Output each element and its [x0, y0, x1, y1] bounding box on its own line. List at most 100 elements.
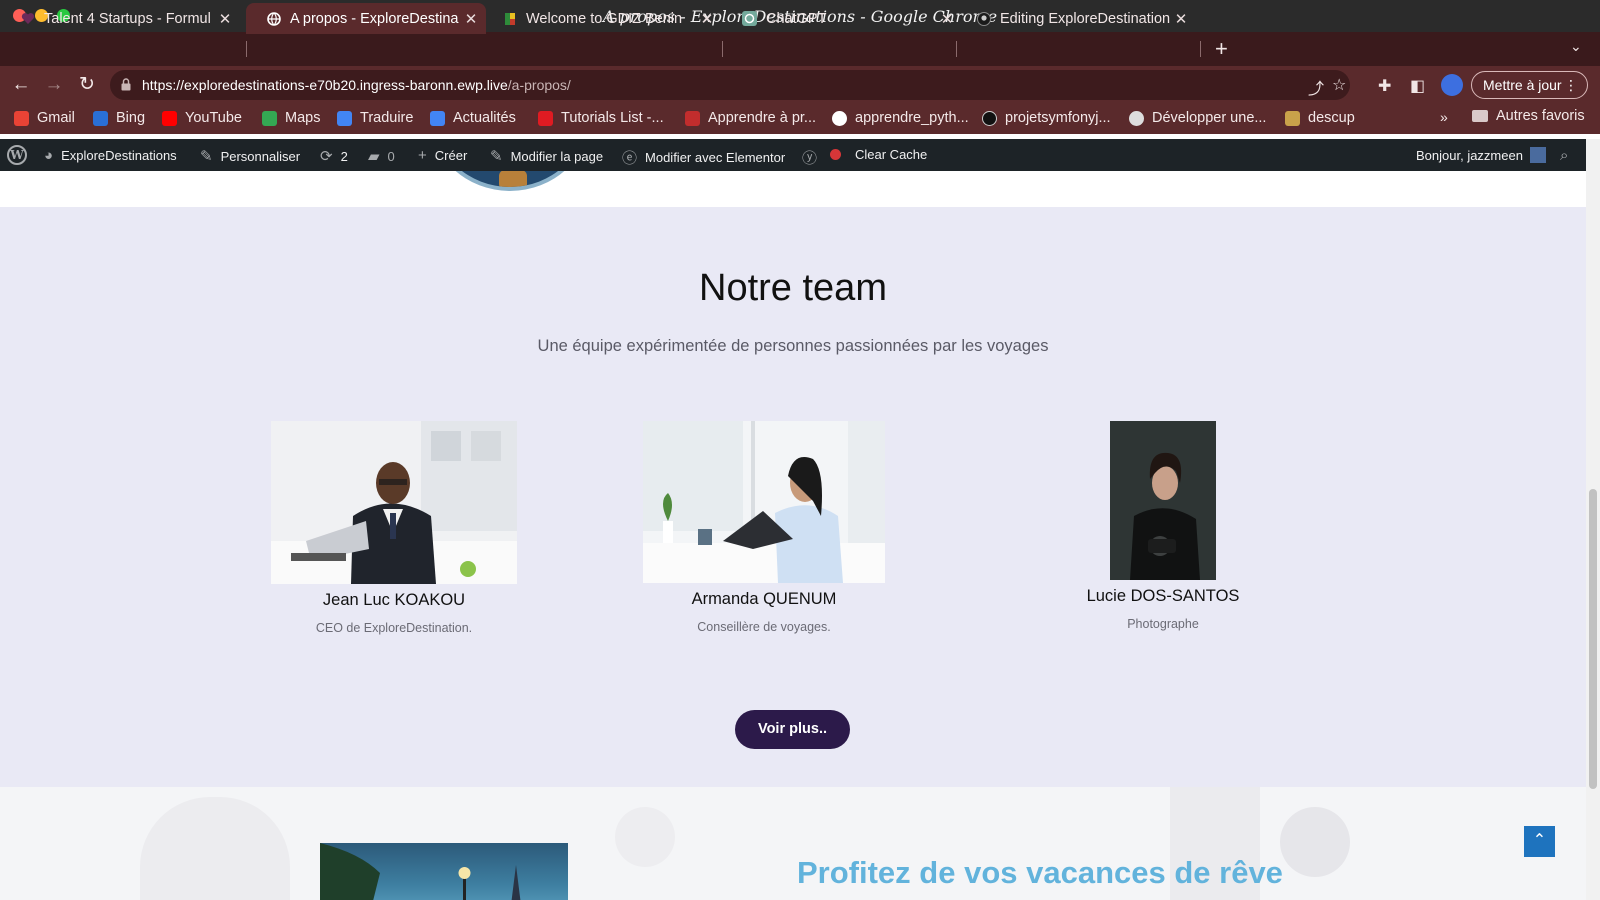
reload-icon[interactable]: ↻ — [74, 72, 100, 98]
tab-editing-exploredestinations[interactable]: Editing ExploreDestination ✕ — [956, 3, 1196, 34]
other-bookmarks[interactable]: Autres favoris — [1496, 108, 1585, 124]
member-photo — [643, 421, 885, 583]
update-chrome-button[interactable]: Mettre à jour ⋮ — [1471, 71, 1588, 99]
member-name: Armanda QUENUM — [691, 590, 837, 608]
maps-icon — [262, 110, 277, 126]
bookmark-developper[interactable]: Développer une... — [1129, 110, 1266, 126]
more-bookmarks-icon[interactable]: » — [1440, 109, 1448, 125]
forward-icon[interactable]: → — [41, 72, 67, 98]
bookmark-site-icon — [1285, 110, 1300, 126]
back-icon[interactable]: ← — [8, 72, 34, 98]
background-decoration — [1280, 807, 1350, 877]
close-icon[interactable]: ✕ — [698, 10, 716, 28]
url-text: https://exploredestinations-e70b20.ingre… — [142, 77, 571, 93]
promo-section: Profitez de vos vacances de rêve — [0, 787, 1586, 900]
wp-clear-cache[interactable]: Clear Cache — [830, 147, 927, 162]
member-name: Lucie DOS-SANTOS — [1086, 587, 1240, 605]
kebab-menu-icon[interactable]: ⋮ — [1564, 72, 1578, 98]
wp-edit-elementor[interactable]: ⓔ Modifier avec Elementor — [622, 147, 785, 168]
star-icon[interactable]: ☆ — [1332, 75, 1346, 95]
brush-icon: ✎ — [200, 148, 213, 165]
member-role: Conseillère de voyages. — [697, 620, 831, 634]
bookmark-gmail[interactable]: Gmail — [14, 110, 75, 126]
profile-avatar[interactable] — [1441, 74, 1463, 96]
wp-account[interactable]: Bonjour, jazzmeen — [1416, 147, 1546, 163]
hero-image — [430, 171, 590, 191]
scrollbar-thumb[interactable] — [1589, 489, 1597, 789]
tab-a-propos[interactable]: A propos - ExploreDestina ✕ — [246, 3, 486, 34]
symfony-icon — [982, 110, 997, 126]
wp-create[interactable]: + Créer — [418, 147, 467, 164]
member-photo — [1110, 421, 1216, 580]
page-viewport: Notre team Une équipe expérimentée de pe… — [0, 171, 1586, 900]
bookmark-descup[interactable]: descup — [1285, 110, 1355, 126]
tab-divider — [1200, 41, 1201, 57]
youtube-icon — [162, 110, 177, 126]
news-icon — [430, 110, 445, 126]
globe-icon — [266, 11, 281, 26]
chevron-down-icon[interactable]: ⌄ — [1570, 38, 1582, 55]
wp-edit-page[interactable]: ✎ Modifier la page — [490, 147, 603, 165]
avatar — [1529, 147, 1546, 163]
plus-icon: + — [418, 147, 427, 164]
yoast-icon[interactable]: ⓨ — [802, 147, 825, 168]
translate-icon — [337, 110, 352, 126]
github-icon — [976, 11, 991, 26]
close-icon[interactable]: ✕ — [462, 10, 480, 28]
close-icon[interactable]: ✕ — [1172, 10, 1190, 28]
bookmark-apprendre-python[interactable]: apprendre_pyth... — [832, 110, 969, 126]
wp-customize[interactable]: ✎ Personnaliser — [200, 147, 300, 165]
bookmark-site-icon — [685, 110, 700, 126]
scroll-to-top-button[interactable]: ⌃ — [1524, 826, 1555, 857]
promo-title: Profitez de vos vacances de rêve — [797, 855, 1283, 890]
team-member-card: Jean Luc KOAKOU CEO de ExploreDestinatio… — [271, 421, 517, 641]
tab-chatgpt[interactable]: ChatGPT ✕ — [722, 3, 962, 34]
tutorials-icon — [538, 110, 553, 126]
see-more-button[interactable]: Voir plus.. — [735, 710, 850, 749]
bookmark-apprendre[interactable]: Apprendre à pr... — [685, 110, 816, 126]
member-role: CEO de ExploreDestination. — [315, 621, 473, 635]
extensions-icon[interactable]: ✚ — [1378, 76, 1391, 96]
close-icon[interactable]: ✕ — [938, 10, 956, 28]
comment-icon: ▰ — [368, 148, 380, 165]
wordpress-icon[interactable]: W — [7, 145, 27, 165]
bing-icon — [93, 110, 108, 126]
dashboard-icon: ◕ — [44, 147, 54, 164]
close-icon[interactable]: ✕ — [216, 10, 234, 28]
bookmark-youtube[interactable]: YouTube — [162, 110, 242, 126]
browser-toolbar: ← → ↻ https://exploredestinations-e70b20… — [0, 66, 1600, 104]
share-icon[interactable]: ⤴ — [1308, 75, 1324, 99]
bookmark-actualites[interactable]: Actualités — [430, 110, 516, 126]
page-scrollbar[interactable] — [1586, 139, 1600, 900]
tab-divider — [246, 41, 247, 57]
chatgpt-icon — [742, 11, 757, 26]
address-bar[interactable]: https://exploredestinations-e70b20.ingre… — [110, 70, 1350, 100]
folder-icon — [1472, 110, 1488, 122]
tab-gdiz-benin[interactable]: Welcome to GDIZ Benin ✕ — [482, 3, 722, 34]
wp-site-link[interactable]: ◕ ExploreDestinations — [44, 147, 177, 164]
search-icon[interactable]: ⌕ — [1560, 147, 1576, 164]
promo-image — [320, 843, 568, 900]
team-member-card: Armanda QUENUM Conseillère de voyages. — [643, 421, 885, 641]
tab-talent4startups[interactable]: Talent 4 Startups - Formul ✕ — [0, 3, 240, 34]
bookmark-maps[interactable]: Maps — [262, 110, 320, 126]
heart-icon — [20, 11, 35, 26]
team-member-card: Lucie DOS-SANTOS Photographe — [1063, 421, 1263, 641]
bookmark-projetsymfony[interactable]: projetsymfonyj... — [982, 110, 1111, 126]
tab-divider — [722, 41, 723, 57]
team-section: Notre team Une équipe expérimentée de pe… — [0, 207, 1586, 787]
wp-comments[interactable]: ▰ 0 — [368, 147, 395, 165]
bookmark-traduire[interactable]: Traduire — [337, 110, 413, 126]
tab-divider — [956, 41, 957, 57]
background-decoration — [615, 807, 675, 867]
member-photo — [271, 421, 517, 584]
wp-admin-bar: W ◕ ExploreDestinations ✎ Personnaliser ⟳ 2… — [0, 139, 1586, 171]
bookmark-bing[interactable]: Bing — [93, 110, 145, 126]
side-panel-icon[interactable]: ◧ — [1410, 76, 1425, 96]
tab-strip — [0, 32, 1600, 66]
wp-updates[interactable]: ⟳ 2 — [320, 147, 348, 165]
bookmark-tutorials-list[interactable]: Tutorials List -... — [538, 110, 664, 126]
gear-icon — [1129, 110, 1144, 126]
new-tab-icon[interactable]: + — [1215, 36, 1228, 62]
member-role: Photographe — [1127, 617, 1199, 631]
